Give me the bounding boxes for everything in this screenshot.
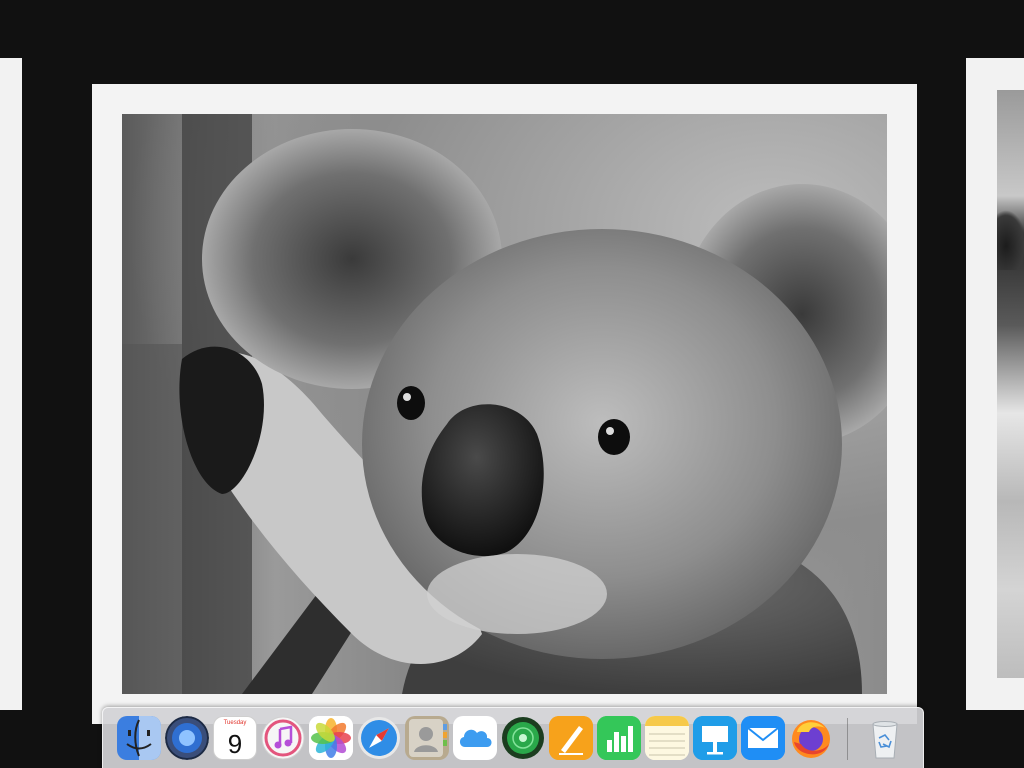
slideshow-viewer: Tuesday 9 [0, 0, 1024, 768]
icloud-icon[interactable] [453, 716, 497, 760]
next-slide-photo [997, 90, 1024, 678]
koala-photo [122, 114, 887, 694]
trash-icon[interactable] [863, 716, 907, 760]
dock: Tuesday 9 [102, 707, 924, 768]
current-slide[interactable] [92, 84, 917, 724]
itunes-icon[interactable] [261, 716, 305, 760]
safari-icon[interactable] [357, 716, 401, 760]
photos-icon[interactable] [309, 716, 353, 760]
launchpad-icon[interactable] [165, 716, 209, 760]
calendar-icon[interactable]: Tuesday 9 [213, 716, 257, 760]
finder-icon[interactable] [117, 716, 161, 760]
pages-icon[interactable] [549, 716, 593, 760]
dock-separator [847, 718, 848, 760]
contacts-icon[interactable] [405, 716, 449, 760]
firefox-icon[interactable] [789, 716, 833, 760]
numbers-icon[interactable] [597, 716, 641, 760]
keynote-icon[interactable] [693, 716, 737, 760]
mail-icon[interactable] [741, 716, 785, 760]
previous-slide[interactable] [0, 58, 22, 710]
calendar-day: 9 [227, 729, 243, 759]
koala-illustration [122, 114, 887, 694]
next-slide[interactable] [966, 58, 1024, 710]
find-my-icon[interactable] [501, 716, 545, 760]
notes-icon[interactable] [645, 716, 689, 760]
calendar-weekday: Tuesday [223, 720, 247, 726]
